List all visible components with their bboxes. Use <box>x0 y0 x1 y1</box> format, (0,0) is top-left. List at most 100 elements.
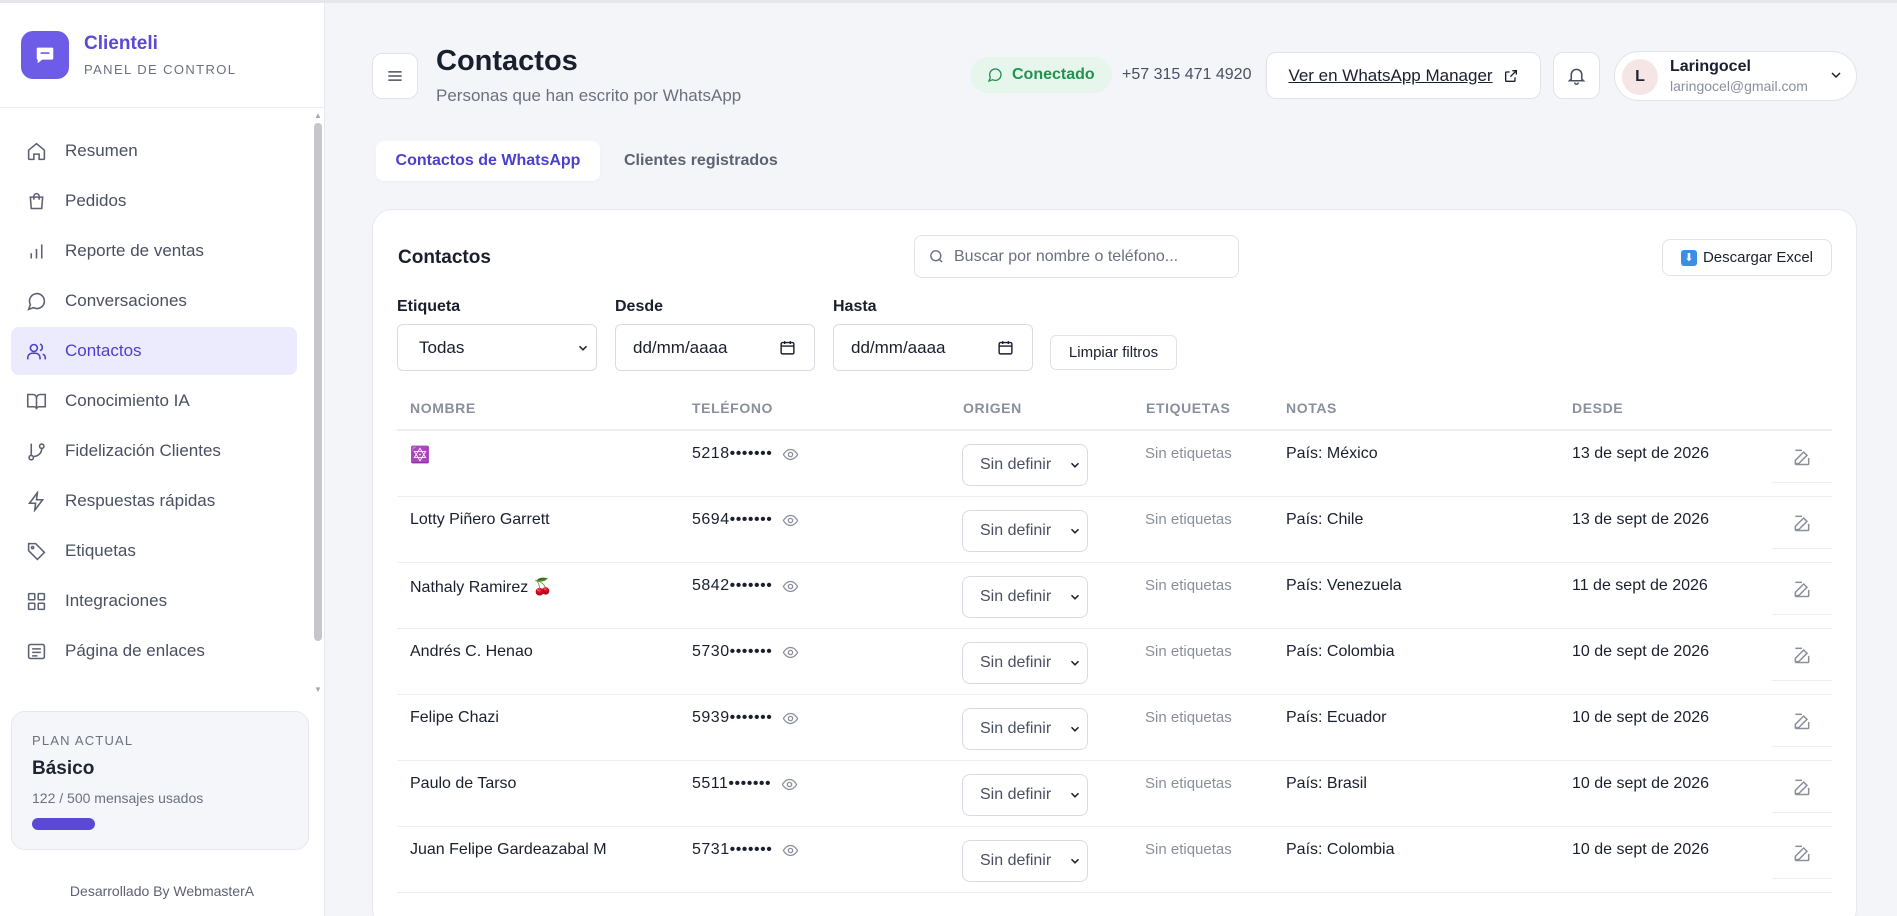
origin-select[interactable]: Sin definir <box>962 642 1088 684</box>
sidebar-item-integraciones[interactable]: Integraciones <box>11 577 297 625</box>
calendar-icon[interactable] <box>779 339 796 356</box>
message-circle-icon <box>987 67 1003 83</box>
sidebar-item-pedidos[interactable]: Pedidos <box>11 177 297 225</box>
search-field[interactable] <box>914 235 1239 278</box>
scrollbar-thumb[interactable] <box>314 123 322 641</box>
origin-select[interactable]: Sin definir <box>962 444 1088 486</box>
sidebar-scrollbar[interactable]: ▲ ▼ <box>313 109 323 699</box>
column-header-desde[interactable]: DESDE <box>1572 400 1623 416</box>
brand[interactable]: Clienteli PANEL DE CONTROL <box>21 31 236 79</box>
column-header-telefono[interactable]: TELÉFONO <box>692 400 773 416</box>
contacts-card: Contactos ⬇ Descargar Excel Etiqueta Des… <box>372 209 1857 916</box>
contact-notes: País: Chile <box>1286 511 1364 528</box>
sidebar-item-label: Fidelización Clientes <box>65 441 221 460</box>
contact-notes: País: México <box>1286 445 1378 462</box>
sidebar-item-conocimiento-ia[interactable]: Conocimiento IA <box>11 377 297 425</box>
origin-select[interactable]: Sin definir <box>962 576 1088 618</box>
edit-button[interactable] <box>1772 827 1832 879</box>
contact-phone: 5939••••••• <box>692 709 799 727</box>
eye-icon[interactable] <box>782 644 799 661</box>
origin-select[interactable]: Sin definir <box>962 840 1088 882</box>
tab-clientes-registrados[interactable]: Clientes registrados <box>624 141 778 181</box>
plan-progress-bar <box>32 818 232 830</box>
sidebar-item-reporte-ventas[interactable]: Reporte de ventas <box>11 227 297 275</box>
search-icon <box>928 248 945 265</box>
zap-icon <box>25 490 47 512</box>
contact-notes: País: Colombia <box>1286 643 1395 660</box>
table-row[interactable]: Lotty Piñero Garrett 5694••••••• Sin defin… <box>397 497 1832 563</box>
chevron-down-icon <box>1068 656 1082 670</box>
column-header-nombre[interactable]: NOMBRE <box>410 400 476 416</box>
eye-icon[interactable] <box>782 578 799 595</box>
clear-filters-button[interactable]: Limpiar filtros <box>1050 335 1177 370</box>
contact-notes: País: Colombia <box>1286 841 1395 858</box>
edit-icon <box>1792 843 1812 863</box>
sidebar-item-label: Integraciones <box>65 591 168 610</box>
eye-icon[interactable] <box>782 710 799 727</box>
column-header-etiquetas[interactable]: ETIQUETAS <box>1146 400 1230 416</box>
table-row[interactable]: Paulo de Tarso 5511••••••• Sin definir Sin … <box>397 761 1832 827</box>
tag-filter-select[interactable]: Todas <box>397 324 597 371</box>
table-row[interactable]: Felipe Chazi 5939••••••• Sin definir Sin et… <box>397 695 1832 761</box>
origin-select[interactable]: Sin definir <box>962 774 1088 816</box>
sidebar-item-contactos[interactable]: Contactos <box>11 327 297 375</box>
home-icon <box>25 140 47 162</box>
edit-button[interactable] <box>1772 431 1832 483</box>
from-date-input[interactable]: dd/mm/aaaa <box>615 324 815 371</box>
origin-select[interactable]: Sin definir <box>962 708 1088 750</box>
table-row[interactable]: Andrés C. Henao 5730••••••• Sin definir Sin… <box>397 629 1832 695</box>
table-row[interactable] <box>397 893 1832 916</box>
search-input[interactable] <box>954 247 1214 266</box>
contact-name: Nathaly Ramirez 🍒 <box>410 579 553 596</box>
contact-phone-value: 5218••••••• <box>692 445 773 462</box>
shopping-bag-icon <box>25 190 47 212</box>
edit-button[interactable] <box>1772 497 1832 549</box>
table-row[interactable]: Nathaly Ramirez 🍒 5842••••••• Sin definir S… <box>397 563 1832 629</box>
sidebar-item-label: Resumen <box>65 141 138 160</box>
contact-tags: Sin etiquetas <box>1145 709 1232 726</box>
column-header-notas[interactable]: NOTAS <box>1286 400 1337 416</box>
edit-button[interactable] <box>1772 629 1832 681</box>
sidebar-item-label: Reporte de ventas <box>65 241 204 260</box>
sidebar-item-resumen[interactable]: Resumen <box>11 127 297 175</box>
table-row[interactable]: Juan Felipe Gardeazabal M 5731••••••• Sin … <box>397 827 1832 893</box>
sidebar-item-respuestas-rapidas[interactable]: Respuestas rápidas <box>11 477 297 525</box>
whatsapp-manager-button[interactable]: Ver en WhatsApp Manager <box>1266 52 1541 99</box>
eye-icon[interactable] <box>782 512 799 529</box>
sidebar-item-cut-off[interactable] <box>11 677 297 692</box>
calendar-icon[interactable] <box>997 339 1014 356</box>
tab-contactos-whatsapp[interactable]: Contactos de WhatsApp <box>376 141 600 181</box>
sidebar-item-pagina-enlaces[interactable]: Página de enlaces <box>11 627 297 675</box>
user-menu-button[interactable]: L Laringocel laringocel@gmail.com <box>1614 51 1857 101</box>
scroll-down-arrow-icon[interactable]: ▼ <box>314 685 322 694</box>
edit-button[interactable] <box>1772 563 1832 615</box>
eye-icon[interactable] <box>781 776 798 793</box>
plan-usage: 122 / 500 mensajes usados <box>32 790 204 806</box>
sidebar-item-conversaciones[interactable]: Conversaciones <box>11 277 297 325</box>
edit-button[interactable] <box>1772 695 1832 747</box>
contact-since: 13 de sept de 2026 <box>1572 445 1710 462</box>
grid-icon <box>25 590 47 612</box>
column-header-origen[interactable]: ORIGEN <box>963 400 1022 416</box>
sidebar-item-fidelizacion[interactable]: Fidelización Clientes <box>11 427 297 475</box>
edit-button[interactable] <box>1772 761 1832 813</box>
eye-icon[interactable] <box>782 842 799 859</box>
notifications-button[interactable] <box>1553 52 1600 99</box>
contact-phone: 5731••••••• <box>692 841 799 859</box>
plan-label: PLAN ACTUAL <box>32 733 134 748</box>
sidebar-item-etiquetas[interactable]: Etiquetas <box>11 527 297 575</box>
origin-select[interactable]: Sin definir <box>962 510 1088 552</box>
origin-value: Sin definir <box>980 588 1052 605</box>
gear-icon <box>25 690 47 692</box>
to-date-input[interactable]: dd/mm/aaaa <box>833 324 1033 371</box>
sidebar-item-label: Respuestas rápidas <box>65 491 216 510</box>
menu-toggle-button[interactable] <box>372 53 418 99</box>
scroll-up-arrow-icon[interactable]: ▲ <box>314 111 322 120</box>
sidebar-item-label: Conocimiento IA <box>65 391 190 410</box>
eye-icon[interactable] <box>782 446 799 463</box>
contact-phone-value: 5511••••••• <box>692 775 772 792</box>
download-excel-button[interactable]: ⬇ Descargar Excel <box>1662 239 1832 276</box>
contact-phone-value: 5842••••••• <box>692 577 773 594</box>
table-row[interactable]: 🔯 5218••••••• Sin definir Sin etiquetas País… <box>397 431 1832 497</box>
contact-tags: Sin etiquetas <box>1145 511 1232 528</box>
